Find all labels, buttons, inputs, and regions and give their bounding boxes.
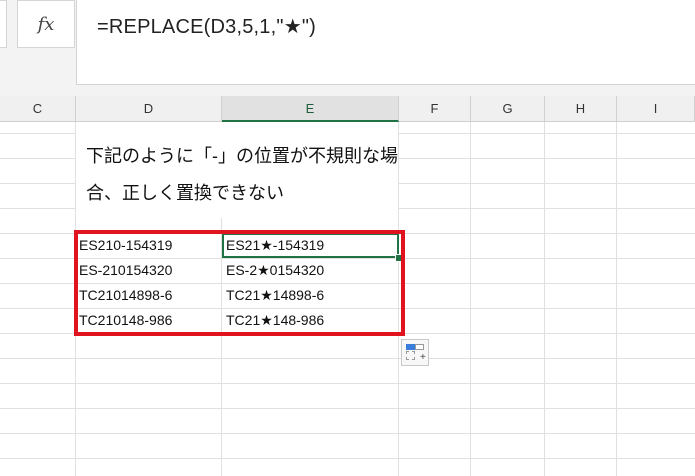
formula-bar: fx =REPLACE(D3,5,1,"★")	[0, 0, 695, 97]
note-line-1: 下記のように「-」の位置が不規則な場	[86, 146, 398, 166]
gridline	[616, 122, 617, 476]
column-header-h[interactable]: H	[545, 96, 617, 122]
column-header-e[interactable]: E	[222, 96, 399, 122]
formula-text: =REPLACE(D3,5,1,"★")	[97, 16, 316, 38]
cell-grid[interactable]: 下記のように「-」の位置が不規則な場 合、正しく置換できない ES210-154…	[0, 122, 695, 476]
gridline	[0, 458, 695, 459]
highlight-rectangle	[74, 230, 405, 336]
column-header-g[interactable]: G	[471, 96, 545, 122]
column-header-d[interactable]: D	[76, 96, 222, 122]
gridline	[470, 122, 471, 476]
quick-analysis-icon-part	[406, 344, 415, 350]
column-header-f[interactable]: F	[399, 96, 471, 122]
fx-icon[interactable]: fx	[17, 0, 75, 48]
quick-analysis-icon[interactable]: +	[401, 339, 429, 366]
gridline	[0, 358, 695, 359]
gridline	[0, 383, 695, 384]
note-line-2: 合、正しく置換できない	[86, 183, 284, 203]
name-box[interactable]	[0, 0, 7, 48]
gridline	[544, 122, 545, 476]
quick-analysis-icon-part	[406, 351, 415, 360]
gridline	[0, 433, 695, 434]
quick-analysis-icon-part	[415, 344, 424, 350]
formula-input[interactable]: =REPLACE(D3,5,1,"★")	[76, 0, 695, 85]
column-header-c[interactable]: C	[0, 96, 76, 122]
plus-icon: +	[420, 352, 426, 363]
gridline	[0, 408, 695, 409]
column-header-i[interactable]: I	[617, 96, 695, 122]
